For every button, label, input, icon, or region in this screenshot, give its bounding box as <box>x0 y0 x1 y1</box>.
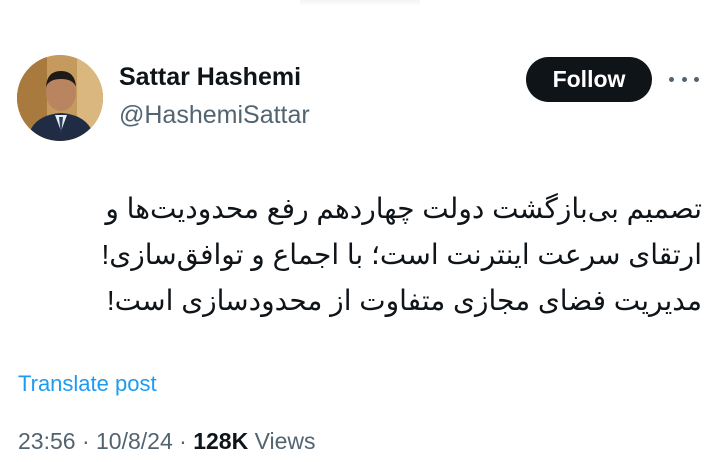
more-horizontal-icon[interactable] <box>669 70 699 88</box>
user-photo-icon <box>17 55 103 141</box>
tweet-meta: 23:56 · 10/8/24 · 128K Views <box>18 427 316 455</box>
views-label: Views <box>254 428 316 454</box>
avatar[interactable] <box>17 55 103 141</box>
dot-icon <box>694 76 699 82</box>
translate-post-link[interactable]: Translate post <box>18 370 157 398</box>
meta-separator: · <box>81 428 90 454</box>
tweet-line: تصمیم بی‌بازگشت دولت چهاردهم رفع محدودیت… <box>105 193 702 224</box>
tweet-time[interactable]: 23:56 <box>18 428 76 454</box>
tweet-date[interactable]: 10/8/24 <box>96 428 173 454</box>
top-divider <box>300 0 420 6</box>
tweet-text: تصمیم بی‌بازگشت دولت چهاردهم رفع محدودیت… <box>12 186 702 324</box>
display-name[interactable]: Sattar Hashemi <box>119 62 301 92</box>
meta-separator: · <box>179 428 187 454</box>
tweet-line: مدیریت فضای مجازی متفاوت از محدودسازی اس… <box>106 285 702 316</box>
user-handle[interactable]: @HashemiSattar <box>119 100 310 130</box>
views-count: 128K <box>193 428 249 454</box>
dot-icon <box>669 76 674 82</box>
tweet-line: ارتقای سرعت اینترنت است؛ با اجماع و تواف… <box>101 239 702 270</box>
dot-icon <box>681 76 687 82</box>
follow-button[interactable]: Follow <box>526 57 652 102</box>
